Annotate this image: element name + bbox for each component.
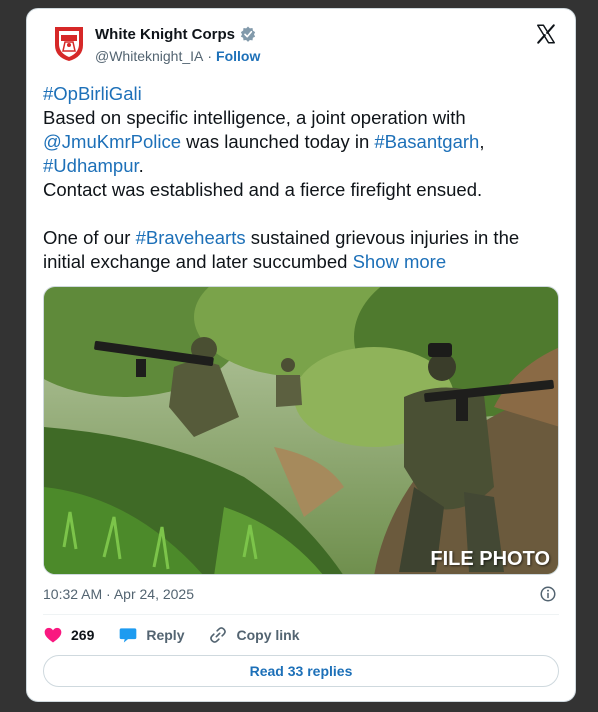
handle-separator: · bbox=[207, 48, 213, 64]
photo-watermark: FILE PHOTO bbox=[430, 548, 550, 570]
tweet-timestamp[interactable]: 10:32 AM · Apr 24, 2025 bbox=[43, 586, 194, 602]
divider bbox=[43, 614, 559, 615]
read-replies-button[interactable]: Read 33 replies bbox=[43, 655, 559, 687]
tweet-text-line: Contact was established and a fierce fir… bbox=[43, 179, 483, 200]
author-name[interactable]: White Knight Corps bbox=[95, 26, 235, 43]
avatar[interactable] bbox=[49, 23, 89, 63]
copy-link-label: Copy link bbox=[236, 627, 300, 643]
heart-icon bbox=[44, 627, 62, 643]
link-icon bbox=[210, 627, 227, 643]
soldiers-in-jungle-photo bbox=[44, 287, 558, 574]
follow-button[interactable]: Follow bbox=[216, 48, 260, 64]
mention-link[interactable]: @JmuKmrPolice bbox=[43, 131, 181, 152]
verified-badge-icon bbox=[240, 26, 256, 42]
tweet-text-fragment: . bbox=[138, 155, 144, 176]
tweet-header: White Knight Corps @Whiteknight_IA · Fol… bbox=[27, 9, 575, 79]
tweet-text-fragment: , bbox=[479, 131, 485, 152]
speech-bubble-icon bbox=[120, 628, 137, 643]
tweet-media-photo[interactable]: FILE PHOTO bbox=[43, 286, 559, 575]
hashtag-link[interactable]: #OpBirliGali bbox=[43, 83, 142, 104]
tweet-actions: 269 Reply Copy link bbox=[43, 621, 300, 649]
read-replies-label: Read 33 replies bbox=[249, 663, 353, 679]
reply-button[interactable]: Reply bbox=[118, 625, 184, 645]
x-logo-icon[interactable] bbox=[535, 23, 557, 45]
hashtag-link[interactable]: #Bravehearts bbox=[136, 227, 246, 248]
like-button[interactable]: 269 bbox=[43, 625, 94, 645]
hashtag-link[interactable]: #Udhampur bbox=[43, 155, 139, 176]
tweet-card: White Knight Corps @Whiteknight_IA · Fol… bbox=[26, 8, 576, 702]
info-icon[interactable] bbox=[539, 585, 557, 603]
reply-label: Reply bbox=[146, 627, 185, 643]
tweet-text-fragment: was launched today in bbox=[181, 131, 375, 152]
tweet-text: #OpBirliGali Based on specific intellige… bbox=[43, 82, 563, 274]
copy-link-button[interactable]: Copy link bbox=[208, 625, 300, 645]
tweet-text-line: Based on specific intelligence, a joint … bbox=[43, 107, 466, 128]
show-more-link[interactable]: Show more bbox=[353, 251, 447, 272]
like-count: 269 bbox=[71, 627, 95, 643]
author-handle[interactable]: @Whiteknight_IA bbox=[95, 48, 203, 64]
tweet-text-fragment: One of our bbox=[43, 227, 136, 248]
hashtag-link[interactable]: #Basantgarh bbox=[374, 131, 479, 152]
